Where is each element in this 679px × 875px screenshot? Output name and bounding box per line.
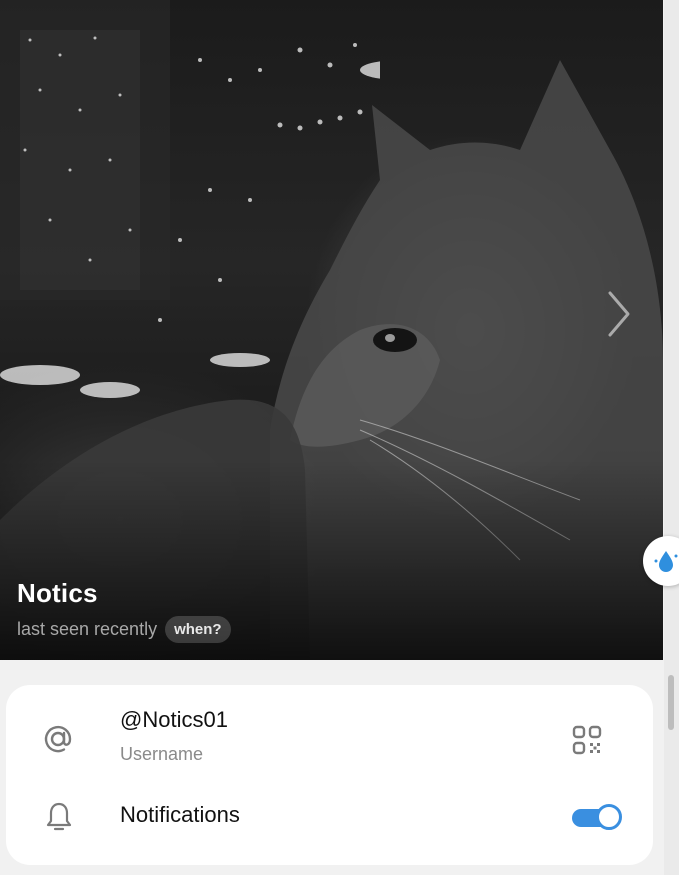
toggle-knob	[596, 804, 622, 830]
at-icon	[40, 721, 76, 757]
profile-name: Notics	[17, 578, 98, 608]
scrollbar[interactable]	[664, 0, 679, 875]
profile-info-card: @Notics01 Username Notifications	[6, 685, 653, 865]
last-seen-status: last seen recently when?	[17, 616, 231, 643]
bell-icon	[42, 799, 76, 835]
profile-photo[interactable]: Notics last seen recently when?	[0, 0, 663, 660]
username-value[interactable]: @Notics01	[120, 707, 228, 733]
droplet-icon	[654, 551, 678, 572]
scrollbar-thumb[interactable]	[668, 675, 674, 730]
next-photo-button[interactable]	[598, 284, 638, 344]
when-button[interactable]: when?	[165, 616, 231, 643]
notifications-toggle[interactable]	[572, 803, 622, 831]
username-label: Username	[120, 744, 204, 764]
chevron-right-icon	[608, 291, 630, 337]
qr-code-icon[interactable]	[569, 722, 605, 758]
notifications-label: Notifications	[120, 802, 240, 827]
last-seen-text: last seen recently	[17, 619, 158, 639]
